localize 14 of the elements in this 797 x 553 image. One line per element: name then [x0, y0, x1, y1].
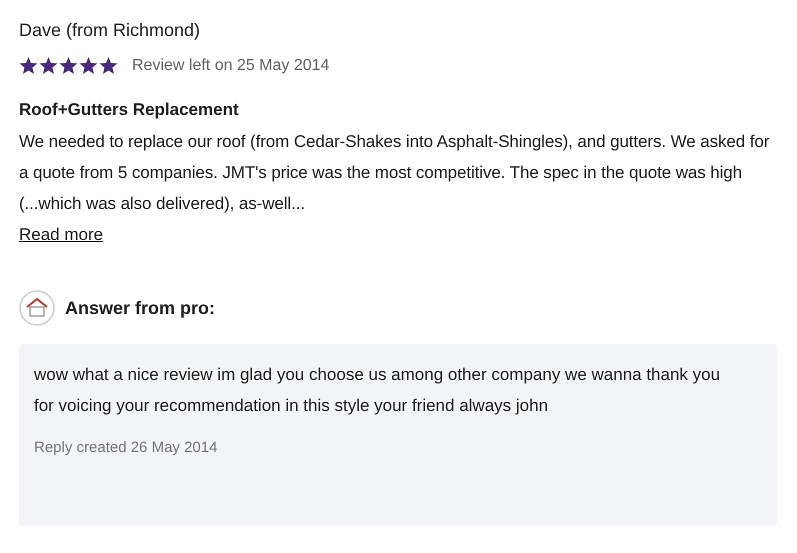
company-logo-icon: [19, 290, 55, 326]
star-icon: [79, 57, 98, 75]
answer-heading: Answer from pro:: [65, 296, 216, 320]
read-more-link[interactable]: Read more: [19, 219, 104, 250]
answer-text: wow what a nice review im glad you choose us among other company we wanna thank you for voicing your recommendation in this style your friend always john: [34, 364, 722, 417]
review-date: Review left on 25 May 2014: [132, 56, 330, 76]
star-icon: [59, 57, 78, 75]
reply-date: Reply created 26 May 2014: [34, 438, 218, 458]
star-icon: [39, 57, 58, 75]
star-icon: [99, 57, 118, 75]
reviewer-name: Dave (from Richmond): [19, 19, 202, 42]
review-title: Roof+Gutters Replacement: [19, 99, 240, 121]
star-icon: [19, 57, 38, 75]
review-text: We needed to replace our roof (from Cedar-Shakes into Asphalt-Shingles), and gutters. We asked for a quote from 5 companies. JMT's price was the most competitive. The spec in the quote was high (...which was also delivered), as-well...: [19, 131, 770, 215]
